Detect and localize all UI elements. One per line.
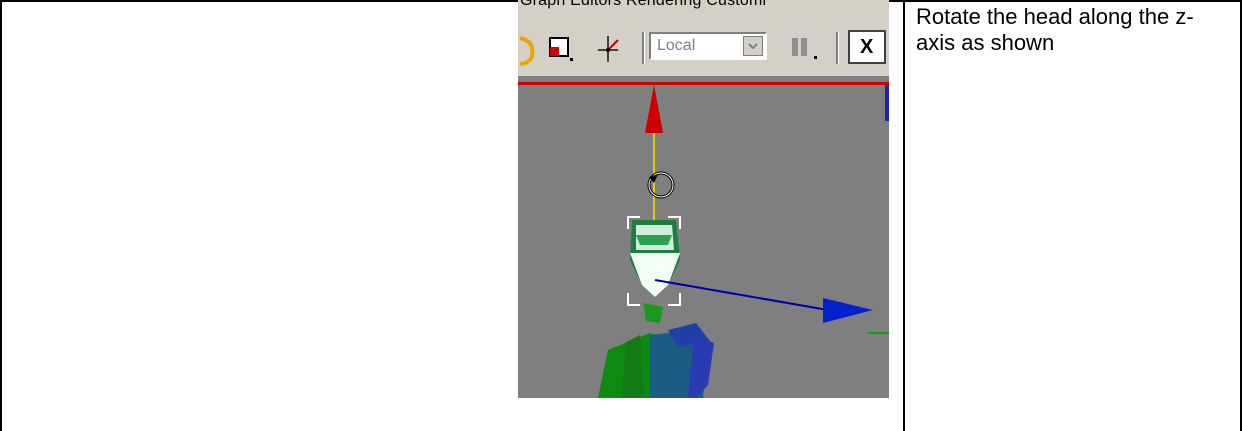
reference-coordinate-dropdown[interactable]: Local [649, 32, 767, 60]
rotate-tool-icon[interactable] [518, 34, 538, 68]
background-object [885, 85, 889, 121]
table-left-border [0, 0, 2, 431]
3d-viewport[interactable] [518, 85, 889, 398]
toolbar: Local X [518, 12, 889, 76]
x-axis-constraint-button[interactable]: X [848, 30, 886, 64]
mirror-tool-icon[interactable] [790, 34, 820, 62]
chevron-down-icon[interactable] [743, 36, 763, 56]
toolbar-separator [836, 32, 839, 64]
menu-bar: Graph Editors Rendering Customi [518, 0, 889, 12]
table-column-divider [903, 0, 905, 431]
select-region-icon[interactable] [548, 36, 576, 64]
instruction-text: Rotate the head along the z-axis as show… [916, 4, 1194, 55]
menu-bar-text: Graph Editors Rendering Customi [520, 0, 767, 9]
use-pivot-center-icon[interactable] [596, 34, 622, 64]
coordinate-system-value: Local [657, 37, 696, 54]
toolbar-separator [642, 32, 645, 64]
x-axis-constraint-label: X [860, 36, 874, 58]
viewport-screenshot: Graph Editors Rendering Customi Local X [518, 0, 889, 398]
table-frame: Graph Editors Rendering Customi Local X … [0, 0, 1242, 431]
